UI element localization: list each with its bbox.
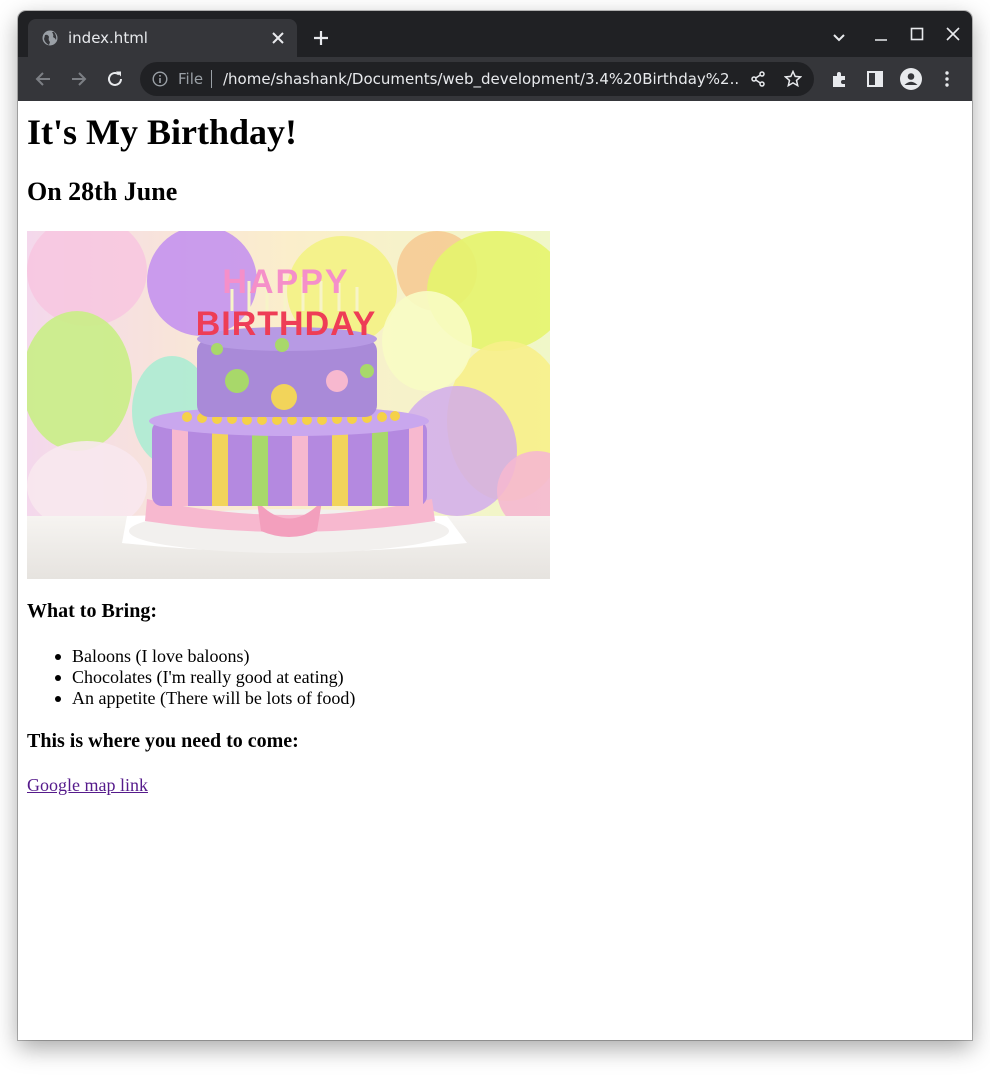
close-tab-icon[interactable] <box>271 31 285 45</box>
address-bar[interactable]: File /home/shashank/Documents/web_develo… <box>140 62 814 96</box>
reload-icon[interactable] <box>106 70 124 88</box>
share-icon[interactable] <box>750 71 766 87</box>
tab-title: index.html <box>68 29 148 47</box>
location-heading: This is where you need to come: <box>27 730 299 752</box>
address-separator <box>211 70 212 88</box>
browser-window: index.html File /home/shashank/Documents… <box>18 11 972 1040</box>
toolbar: File /home/shashank/Documents/web_develo… <box>18 57 972 101</box>
list-item: Chocolates (I'm really good at eating) <box>54 667 355 688</box>
scheme-label: File <box>178 70 204 88</box>
bring-heading: What to Bring: <box>27 600 157 622</box>
tab-index[interactable]: index.html <box>28 19 297 57</box>
profile-avatar-icon[interactable] <box>900 68 922 90</box>
svg-text:BIRTHDAY: BIRTHDAY <box>196 305 377 343</box>
menu-kebab-icon[interactable] <box>938 70 956 88</box>
google-map-link[interactable]: Google map link <box>27 775 148 796</box>
info-icon[interactable] <box>152 71 168 87</box>
list-item: An appetite (There will be lots of food) <box>54 688 356 708</box>
bring-list: Baloons (I love baloons) Chocolates (I'm… <box>54 646 356 709</box>
globe-icon <box>42 30 58 46</box>
birthday-cake-image: HAPPY BIRTHDAY <box>27 231 550 579</box>
bookmark-star-icon[interactable] <box>784 70 802 88</box>
svg-text:HAPPY: HAPPY <box>222 263 349 301</box>
chevron-down-icon[interactable] <box>832 31 846 45</box>
extensions-icon[interactable] <box>830 70 848 88</box>
list-item: Baloons (I love baloons) <box>54 646 355 667</box>
minimize-icon[interactable] <box>874 29 888 43</box>
close-window-icon[interactable] <box>946 27 960 41</box>
side-panel-icon[interactable] <box>866 70 884 88</box>
new-tab-icon[interactable] <box>312 29 330 47</box>
back-icon[interactable] <box>34 70 52 88</box>
url-text[interactable]: /home/shashank/Documents/web_development… <box>223 70 739 88</box>
maximize-icon[interactable] <box>910 27 924 41</box>
page-title: It's My Birthday! <box>27 112 297 152</box>
page-content: It's My Birthday! On 28th June HAPPY BIR… <box>18 101 972 1040</box>
date-heading: On 28th June <box>27 177 178 206</box>
tab-strip: index.html <box>18 11 972 57</box>
forward-icon[interactable] <box>70 70 88 88</box>
